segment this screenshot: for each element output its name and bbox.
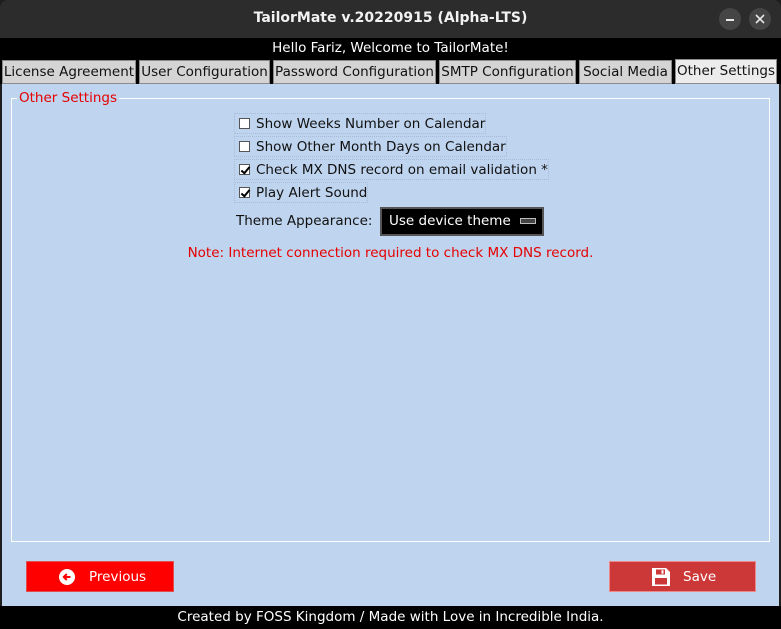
minimize-icon bbox=[726, 19, 734, 21]
checkbox-show-other-month-days[interactable]: Show Other Month Days on Calendar bbox=[234, 136, 507, 157]
close-icon bbox=[755, 14, 765, 24]
checkbox-box[interactable] bbox=[239, 164, 250, 175]
settings-panel: Other Settings Show Weeks Number on Cale… bbox=[2, 84, 779, 606]
checkbox-label: Check MX DNS record on email validation … bbox=[256, 161, 548, 178]
tab-social-media[interactable]: Social Media bbox=[579, 60, 672, 84]
checkbox-label: Show Other Month Days on Calendar bbox=[256, 138, 506, 155]
close-button[interactable] bbox=[749, 8, 771, 30]
mx-dns-note: Note: Internet connection required to ch… bbox=[187, 245, 594, 261]
checkbox-box[interactable] bbox=[239, 118, 250, 129]
previous-button[interactable]: Previous bbox=[26, 561, 174, 592]
theme-selected-value: Use device theme bbox=[389, 213, 511, 229]
theme-appearance-label: Theme Appearance: bbox=[236, 213, 373, 229]
footer-credits: Created by FOSS Kingdom / Made with Love… bbox=[0, 606, 781, 629]
tab-other-settings[interactable]: Other Settings bbox=[675, 59, 777, 84]
theme-appearance-select[interactable]: Use device theme bbox=[380, 207, 544, 236]
title-bar: TailorMate v.20220915 (Alpha-LTS) bbox=[0, 0, 781, 38]
dropdown-indicator-icon bbox=[520, 218, 536, 224]
tab-smtp-configuration[interactable]: SMTP Configuration bbox=[439, 60, 576, 84]
window-title: TailorMate v.20220915 (Alpha-LTS) bbox=[253, 10, 528, 26]
checkbox-play-alert-sound[interactable]: Play Alert Sound bbox=[234, 182, 369, 203]
checkbox-check-mx-dns[interactable]: Check MX DNS record on email validation … bbox=[234, 159, 549, 180]
minimize-button[interactable] bbox=[719, 8, 741, 30]
tab-password-configuration[interactable]: Password Configuration bbox=[273, 60, 436, 84]
checkbox-box[interactable] bbox=[239, 141, 250, 152]
previous-label: Previous bbox=[89, 568, 147, 585]
group-title: Other Settings bbox=[17, 90, 119, 106]
checkbox-label: Show Weeks Number on Calendar bbox=[256, 115, 486, 132]
save-label: Save bbox=[683, 568, 717, 585]
welcome-banner: Hello Fariz, Welcome to TailorMate! bbox=[0, 38, 781, 58]
checkbox-show-weeks-number[interactable]: Show Weeks Number on Calendar bbox=[234, 113, 487, 134]
tab-bar: License Agreement User Configuration Pas… bbox=[0, 58, 781, 84]
checkbox-label: Play Alert Sound bbox=[256, 184, 368, 201]
tab-user-configuration[interactable]: User Configuration bbox=[139, 60, 270, 84]
save-button[interactable]: Save bbox=[609, 561, 756, 592]
tab-license-agreement[interactable]: License Agreement bbox=[2, 60, 136, 84]
checkbox-box[interactable] bbox=[239, 187, 250, 198]
arrow-left-circle-icon bbox=[59, 568, 75, 585]
floppy-disk-icon bbox=[652, 567, 670, 586]
